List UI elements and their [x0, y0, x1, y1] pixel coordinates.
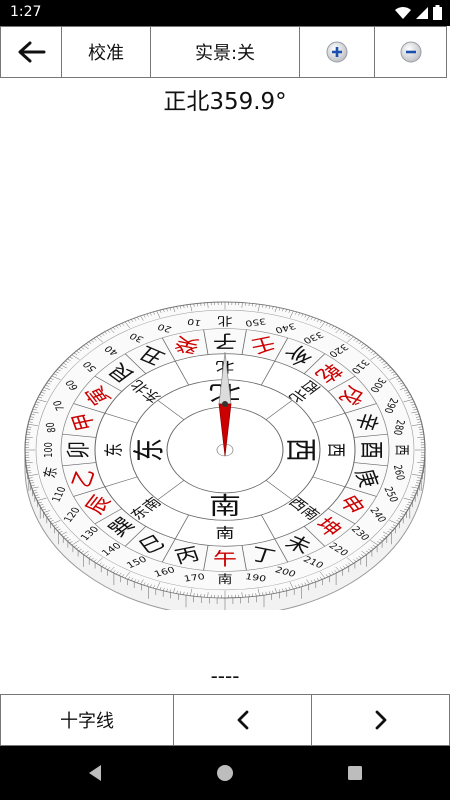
nav-back-button[interactable]: [82, 760, 108, 786]
degree-label: 80: [44, 421, 59, 433]
compass-dial[interactable]: 南170160150140130120110东10080706050403020…: [0, 270, 450, 617]
battery-icon: [433, 5, 442, 20]
zoom-in-button[interactable]: [299, 26, 375, 78]
back-arrow-icon: [18, 41, 46, 63]
degree-label: 东: [41, 466, 62, 479]
trigram-label: 西: [326, 443, 349, 457]
status-time: 1:27: [10, 4, 42, 20]
needle-pivot: [222, 401, 228, 407]
status-icons: [395, 5, 442, 20]
nav-home-button[interactable]: [212, 760, 238, 786]
mountain-label: 卯: [64, 441, 92, 459]
bottom-toolbar: 十字线: [0, 694, 450, 746]
minus-circle-icon: [400, 41, 421, 63]
cardinal-label: 南: [209, 492, 241, 520]
trigram-label: 南: [216, 524, 235, 541]
mountain-label: 午: [213, 548, 237, 569]
triangle-back-icon: [89, 765, 101, 781]
degree-label: 100: [43, 442, 56, 458]
degree-label: 西: [392, 444, 409, 455]
prev-button[interactable]: [173, 694, 312, 746]
calibrate-button[interactable]: 校准: [61, 26, 151, 78]
circle-home-icon: [217, 765, 233, 781]
compass-view[interactable]: 南 170 160 150 140 130 120 110 东 100 80 70 60 50 40 30 20…: [0, 270, 450, 617]
system-nav-bar: [0, 746, 450, 800]
plus-circle-icon: [326, 41, 348, 63]
zoom-out-button[interactable]: [374, 26, 447, 78]
mountain-label: 酉: [358, 441, 386, 459]
top-toolbar: 校准 实景:关: [0, 26, 450, 78]
mountain-label: 子: [213, 331, 237, 352]
chevron-left-icon: [237, 710, 248, 730]
chevron-right-icon: [375, 710, 386, 730]
next-button[interactable]: [311, 694, 450, 746]
degree-label: 北: [218, 313, 233, 326]
trigram-label: 东: [102, 443, 125, 457]
crosshair-button[interactable]: 十字线: [0, 694, 174, 746]
cardinal-label: 西: [282, 438, 320, 462]
secondary-readout: ----: [210, 664, 240, 688]
square-recents-icon: [348, 766, 362, 780]
back-button[interactable]: [0, 26, 62, 78]
cardinal-label: 东: [130, 438, 168, 462]
live-view-toggle[interactable]: 实景:关: [150, 26, 300, 78]
nav-recents-button[interactable]: [342, 760, 368, 786]
degree-label: 10: [186, 316, 202, 327]
status-bar: 1:27: [0, 0, 450, 26]
heading-readout: 正北359.9°: [163, 89, 287, 115]
cell-signal-icon: [416, 6, 428, 19]
wifi-icon: [395, 6, 411, 19]
degree-label: 南: [218, 573, 233, 586]
